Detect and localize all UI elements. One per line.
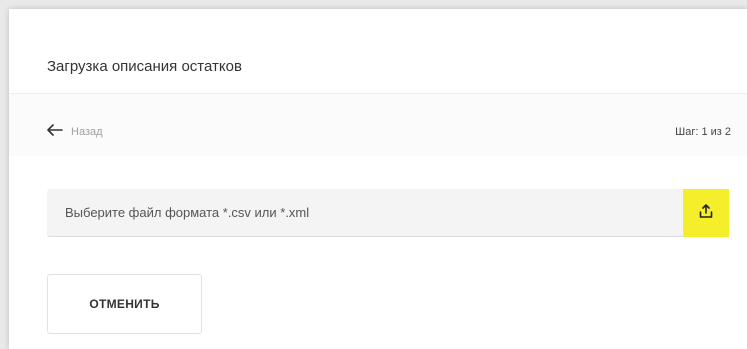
- upload-dialog: Загрузка описания остатков Назад Шаг: 1 …: [9, 9, 747, 349]
- upload-icon: [698, 203, 714, 224]
- file-input[interactable]: [47, 189, 683, 236]
- page-title: Загрузка описания остатков: [47, 58, 242, 75]
- back-link[interactable]: Назад: [47, 124, 103, 140]
- back-label: Назад: [71, 126, 103, 138]
- step-indicator: Шаг: 1 из 2: [675, 126, 731, 138]
- step-nav-bar: Назад Шаг: 1 из 2: [9, 94, 747, 156]
- upload-button[interactable]: [683, 189, 729, 237]
- arrow-left-icon: [47, 124, 63, 140]
- cancel-button[interactable]: ОТМЕНИТЬ: [47, 274, 202, 334]
- file-field[interactable]: [47, 189, 683, 237]
